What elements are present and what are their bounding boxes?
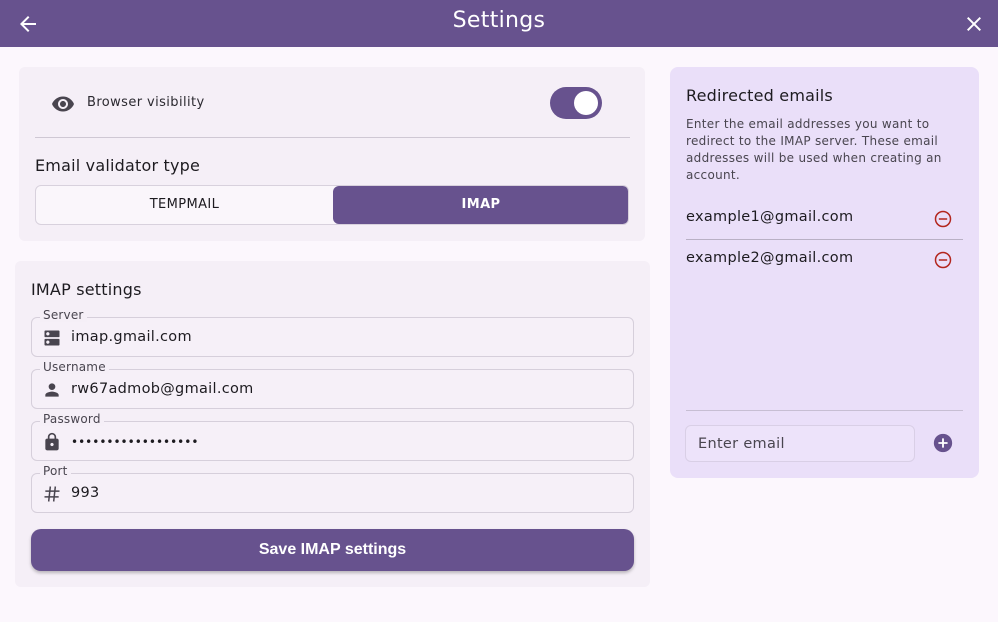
remove-circle-icon[interactable]: [933, 209, 953, 229]
hash-icon: [44, 486, 60, 502]
email-list-item: example2@gmail.com: [686, 240, 963, 280]
page-title: Settings: [452, 8, 546, 33]
server-value: imap.gmail.com: [71, 329, 192, 345]
browser-visibility-toggle[interactable]: [550, 87, 602, 119]
email-text: example2@gmail.com: [686, 250, 854, 266]
username-field[interactable]: Username rw67admob@gmail.com: [31, 360, 634, 409]
port-value: 993: [71, 485, 100, 501]
redirected-emails-description: Enter the email addresses you want to re…: [686, 117, 942, 182]
password-value: ••••••••••••••••••: [71, 435, 199, 449]
divider: [686, 410, 963, 411]
imap-settings-title: IMAP settings: [31, 280, 142, 299]
validator-type-segmented-control: TEMPMAIL IMAP: [35, 185, 629, 225]
toggle-knob: [574, 91, 598, 115]
segment-imap[interactable]: IMAP: [333, 186, 628, 224]
enter-email-input[interactable]: [685, 425, 915, 462]
port-field[interactable]: Port 993: [31, 464, 634, 513]
save-imap-settings-button[interactable]: Save IMAP settings: [31, 529, 634, 571]
port-label: Port: [40, 464, 71, 478]
eye-icon: [52, 96, 74, 112]
username-value: rw67admob@gmail.com: [71, 381, 254, 397]
lock-icon: [45, 432, 59, 451]
segment-tempmail[interactable]: TEMPMAIL: [36, 186, 333, 224]
password-field[interactable]: Password ••••••••••••••••••: [31, 412, 634, 461]
close-icon[interactable]: [962, 12, 986, 36]
email-list-item: example1@gmail.com: [686, 199, 963, 239]
add-circle-icon[interactable]: [932, 432, 954, 454]
app-bar: Settings: [0, 0, 998, 47]
server-field[interactable]: Server imap.gmail.com: [31, 308, 634, 357]
password-label: Password: [40, 412, 104, 426]
remove-circle-icon[interactable]: [933, 250, 953, 270]
person-icon: [45, 383, 59, 397]
redirected-emails-title: Redirected emails: [686, 86, 833, 105]
username-label: Username: [40, 360, 109, 374]
browser-visibility-label: Browser visibility: [87, 95, 205, 110]
email-text: example1@gmail.com: [686, 209, 854, 225]
validator-type-title: Email validator type: [35, 156, 201, 175]
server-label: Server: [40, 308, 87, 322]
divider: [35, 137, 630, 138]
server-icon: [44, 330, 60, 346]
